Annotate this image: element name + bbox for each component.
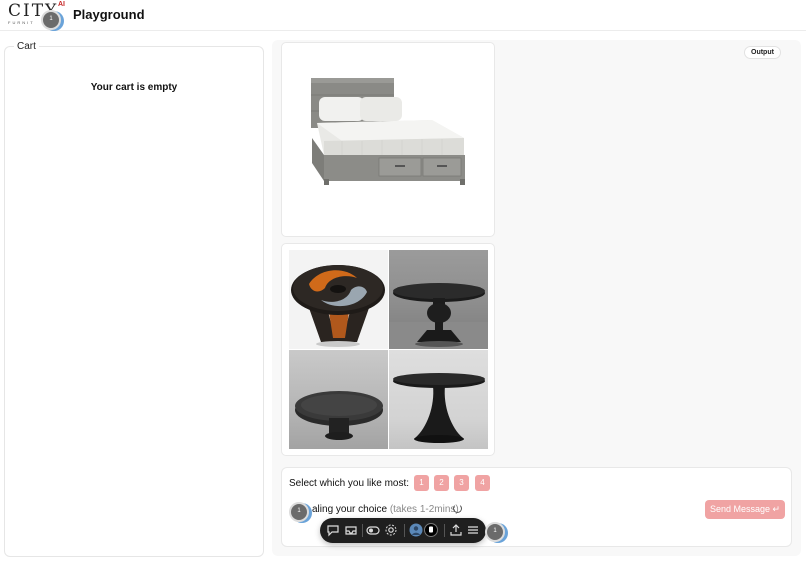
logo-subtitle: FURNIT [8,20,35,25]
loading-spinner-icon [453,504,462,513]
page-title: Playground [73,7,145,22]
chat-avatar-badge: 1 [297,508,301,514]
bed-image [311,78,465,185]
table-option-1-image[interactable] [289,250,388,349]
chat-collaborator-avatar[interactable]: 1 [289,502,309,522]
toolbar-collaborator-avatar[interactable]: 1 [485,522,505,542]
dark-avatar-icon[interactable] [424,523,438,537]
top-header: CITY AI FURNIT 1 Playground [0,0,806,31]
menu-icon[interactable] [466,523,480,537]
selection-prompt: Select which you like most: [289,478,410,489]
tulip-table-image [393,373,485,443]
toolbar-divider [444,524,445,537]
bed-image-card [281,42,495,237]
avatar-badge: 1 [49,16,53,22]
table-option-4-image[interactable] [389,350,488,449]
avatar-icon[interactable] [409,523,423,537]
status-text: aling your choice [312,504,388,515]
logo-ai-mark: AI [58,1,65,8]
toolbar-divider [404,524,405,537]
choice-button-2[interactable]: 2 [434,475,449,491]
resin-table-image [289,250,388,349]
settings-icon[interactable] [384,523,398,537]
comment-icon[interactable] [326,523,340,537]
status-message: aling your choice (takes 1-2mins) [312,504,459,515]
cart-panel: Cart Your cart is empty [4,41,264,557]
toggle-icon[interactable] [366,523,380,537]
table-option-2-image[interactable] [389,250,488,349]
toolbar-avatar-badge: 1 [493,528,497,534]
choice-button-1[interactable]: 1 [414,475,429,491]
send-message-button[interactable]: Send Message ↵ [705,500,785,519]
choice-button-3[interactable]: 3 [454,475,469,491]
table-option-3-image[interactable] [289,350,388,449]
collaborator-avatar[interactable]: 1 [41,10,61,30]
floating-toolbar [320,518,486,543]
toolbar-divider [362,524,363,537]
choice-button-4[interactable]: 4 [475,475,490,491]
cart-empty-message: Your cart is empty [90,82,178,93]
share-icon[interactable] [449,523,463,537]
low-round-table-image [295,391,383,440]
cart-legend: Cart [14,41,39,52]
inbox-icon[interactable] [344,523,358,537]
pedestal-table-image [389,283,488,349]
status-hint: (takes 1-2mins) [389,504,459,515]
output-badge: Output [744,46,781,59]
